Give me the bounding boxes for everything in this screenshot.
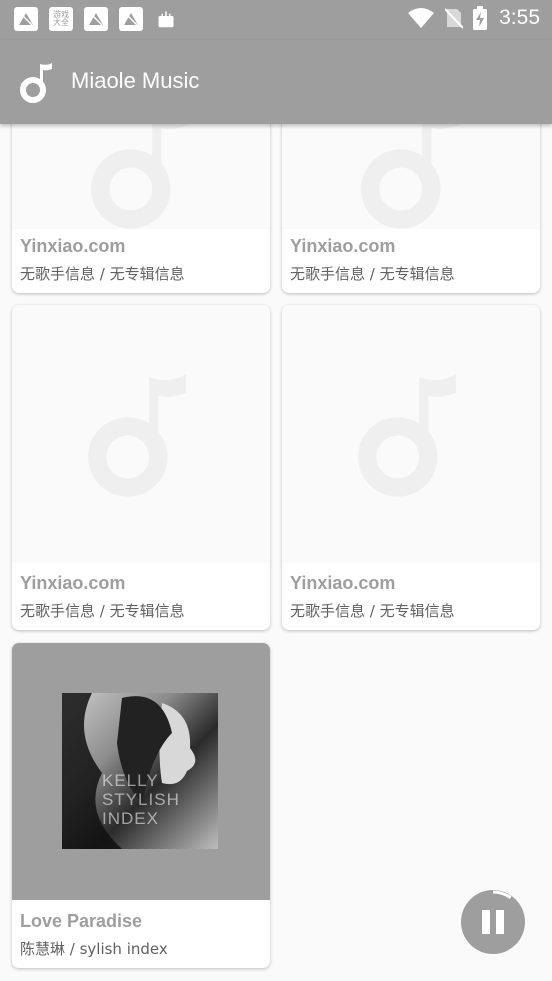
song-title: Yinxiao.com	[20, 573, 126, 593]
song-card[interactable]: Yinxiao.com 无歌手信息 / 无专辑信息	[12, 305, 270, 630]
song-title: Yinxiao.com	[290, 236, 396, 256]
music-note-placeholder-icon	[361, 124, 459, 229]
app-bar: Miaole Music	[0, 40, 552, 124]
music-note-placeholder-icon	[358, 374, 456, 497]
album-cover-image: KELLY STYLISH INDEX	[62, 693, 218, 849]
song-subtitle: 无歌手信息 / 无专辑信息	[290, 602, 455, 620]
app-title: Miaole Music	[71, 68, 200, 93]
song-title: Yinxiao.com	[290, 573, 396, 593]
song-title: Love Paradise	[20, 911, 143, 931]
notification-icon-1	[14, 7, 38, 31]
album-art-placeholder	[282, 124, 540, 229]
pause-button[interactable]	[460, 889, 526, 955]
album-cover-text: KELLY STYLISH INDEX	[102, 771, 180, 828]
pause-icon	[482, 910, 490, 934]
album-art-placeholder	[12, 305, 270, 563]
battery-charging-icon	[473, 6, 488, 30]
song-title: Yinxiao.com	[20, 236, 126, 256]
song-card[interactable]: Yinxiao.com 无歌手信息 / 无专辑信息	[282, 124, 540, 293]
notification-icons: 游戏 大全	[14, 7, 178, 31]
song-subtitle: 无歌手信息 / 无专辑信息	[20, 602, 185, 620]
music-note-placeholder-icon	[88, 374, 186, 497]
music-note-placeholder-icon	[91, 124, 189, 229]
notification-icon-3	[119, 7, 143, 31]
song-subtitle: 陈慧琳 / sylish index	[20, 940, 168, 958]
notification-icon-2	[84, 7, 108, 31]
song-subtitle: 无歌手信息 / 无专辑信息	[290, 265, 455, 283]
song-grid[interactable]: Yinxiao.com 无歌手信息 / 无专辑信息 Yinxiao.com 无歌…	[0, 124, 552, 981]
music-note-icon	[20, 63, 52, 103]
status-bar: 游戏 大全 3:55	[0, 0, 552, 40]
no-sim-icon	[445, 8, 464, 29]
album-art-placeholder	[12, 124, 270, 229]
album-art-placeholder	[282, 305, 540, 563]
song-card[interactable]: Yinxiao.com 无歌手信息 / 无专辑信息	[282, 305, 540, 630]
song-card[interactable]: KELLY STYLISH INDEX Love Paradise 陈慧琳 / …	[12, 643, 270, 968]
game-center-icon: 游戏 大全	[49, 7, 73, 31]
song-card[interactable]: Yinxiao.com 无歌手信息 / 无专辑信息	[12, 124, 270, 293]
system-icons: 3:55	[407, 6, 540, 30]
game-center-label: 游戏 大全	[53, 10, 69, 27]
album-art: KELLY STYLISH INDEX	[12, 643, 270, 900]
song-subtitle: 无歌手信息 / 无专辑信息	[20, 265, 185, 283]
clock: 3:55	[499, 6, 540, 29]
wifi-icon	[408, 8, 435, 28]
shopping-bag-icon	[154, 7, 178, 31]
